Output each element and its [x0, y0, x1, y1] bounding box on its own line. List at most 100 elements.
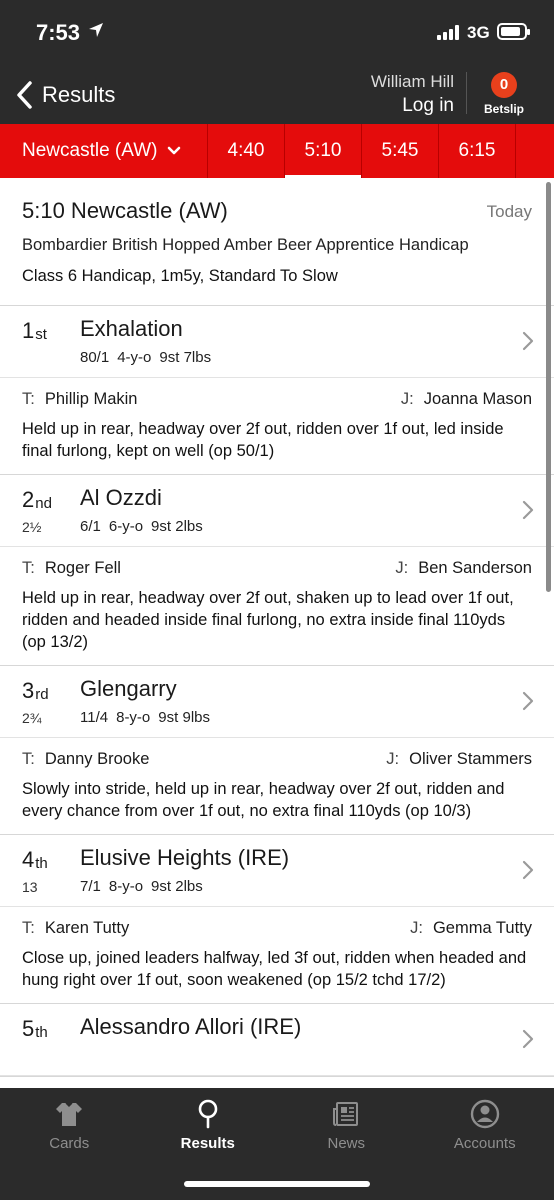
betslip-count-badge: 0: [491, 72, 517, 98]
signal-icon: [437, 25, 463, 40]
weight-lbs: 7: [183, 349, 192, 366]
horse-name: Elusive Heights (IRE): [80, 845, 290, 870]
chevron-right-icon: [522, 500, 534, 520]
age: 4: [117, 349, 126, 366]
chevron-right-icon: [522, 331, 534, 351]
tab-accounts[interactable]: Accounts: [416, 1088, 554, 1200]
runner-result: 2nd 2½ Al Ozzdi 6/1 6-y-o 9st 2lbs T: Roger Fel…: [0, 475, 554, 666]
runner-meta: 80/1 4-y-o 9st 7lbs: [80, 349, 212, 366]
brand-name: William Hill: [370, 72, 454, 91]
runner-meta: 11/4 8-y-o 9st 9lbs: [80, 709, 210, 726]
finish-position: 2nd: [22, 487, 52, 512]
back-button[interactable]: Results: [14, 78, 115, 112]
course-selector[interactable]: Newcastle (AW): [0, 124, 208, 178]
tab-label: Results: [180, 1135, 235, 1152]
race-comment: Held up in rear, headway over 2f out, sh…: [22, 589, 514, 651]
weight-st: 9: [159, 349, 168, 366]
tab-label: Accounts: [453, 1135, 516, 1152]
trainer: T: Karen Tutty: [22, 919, 130, 937]
race-header: 5:10 Newcastle (AW) Today Bombardier Bri…: [0, 178, 554, 306]
network-type: 3G: [467, 23, 490, 42]
odds: 11/4: [80, 709, 109, 726]
scrollbar[interactable]: [546, 182, 551, 592]
race-tab-bar: Newcastle (AW) 4:40 5:10 5:45 6:15: [0, 124, 554, 178]
tab-race-time[interactable]: 5:45: [362, 124, 439, 178]
tab-race-time[interactable]: 4:40: [208, 124, 285, 178]
horse-name: Alessandro Allori (IRE): [80, 1014, 302, 1039]
newspaper-icon: [333, 1102, 359, 1126]
runner-row[interactable]: 3rd 2¾ Glengarry 11/4 8-y-o 9st 9lbs: [0, 666, 554, 738]
runner-meta: 7/1 8-y-o 9st 2lbs: [80, 878, 203, 895]
status-bar: 7:53 3G: [0, 0, 554, 66]
horse-name: Glengarry: [80, 676, 177, 701]
back-label: Results: [42, 82, 116, 107]
divider: [466, 72, 467, 114]
finish-position: 5th: [22, 1016, 48, 1041]
tab-label: Cards: [49, 1135, 90, 1152]
horse-name: Exhalation: [80, 316, 183, 341]
runner-result: 4th 13 Elusive Heights (IRE) 7/1 8-y-o 9st 2l…: [0, 835, 554, 1004]
jockey: J: Gemma Tutty: [410, 919, 532, 937]
jockey: J: Joanna Mason: [400, 390, 532, 408]
connections: T: Karen Tutty J: Gemma Tutty: [0, 907, 554, 945]
odds: 80/1: [80, 349, 110, 366]
age: 8: [108, 878, 118, 895]
login-link[interactable]: Log in: [371, 95, 454, 117]
nav-header: Results William Hill Log in 0 Betslip: [0, 66, 554, 124]
results-content[interactable]: 5:10 Newcastle (AW) Today Bombardier Bri…: [0, 178, 554, 1088]
weight-lbs: 9: [182, 709, 191, 726]
race-class: Class 6 Handicap, 1m5y, Standard To Slow: [22, 267, 338, 285]
race-day: Today: [486, 202, 532, 221]
race-title: 5:10 Newcastle (AW): [22, 198, 228, 223]
clock: 7:53: [36, 20, 81, 45]
beaten-distance: 2¾: [22, 710, 42, 726]
account-icon: [470, 1099, 499, 1129]
trainer: T: Phillip Makin: [22, 390, 138, 408]
finish-position: 4th: [22, 847, 48, 872]
home-indicator: [184, 1181, 370, 1187]
finish-position: 1st: [22, 318, 47, 343]
runner-result: 3rd 2¾ Glengarry 11/4 8-y-o 9st 9lbs T: Danny B…: [0, 666, 554, 835]
weight-lbs: 2: [175, 518, 184, 535]
connections: T: Roger Fell J: Ben Sanderson: [0, 547, 554, 585]
runner-meta: 6/1 6-y-o 9st 2lbs: [80, 518, 203, 535]
trainer: T: Danny Brooke: [22, 750, 150, 768]
odds: 7/1: [80, 878, 101, 895]
connections: T: Phillip Makin J: Joanna Mason: [0, 378, 554, 416]
runner-list: 1st Exhalation 80/1 4-y-o 9st 7lbs T: Phillip …: [0, 306, 554, 1077]
race-comment: Held up in rear, headway over 2f out, ri…: [22, 420, 504, 460]
chevron-right-icon: [522, 691, 534, 711]
account-area: William Hill Log in: [371, 72, 454, 117]
jockey: J: Ben Sanderson: [395, 559, 532, 577]
chevron-right-icon: [522, 1029, 534, 1049]
chevron-right-icon: [522, 860, 534, 880]
weight-st: 9: [158, 709, 167, 726]
race-name: Bombardier British Hopped Amber Beer App…: [22, 236, 469, 254]
runner-row[interactable]: 1st Exhalation 80/1 4-y-o 9st 7lbs: [0, 306, 554, 378]
battery-icon: [497, 23, 530, 40]
jockey: J: Oliver Stammers: [386, 750, 532, 768]
course-name: Newcastle (AW): [22, 140, 158, 161]
tab-race-time[interactable]: 6:15: [439, 124, 516, 178]
chevron-left-icon: [17, 81, 32, 109]
betslip-button[interactable]: 0 Betslip: [476, 72, 532, 116]
beaten-distance: 13: [22, 879, 38, 895]
finish-position: 3rd: [22, 678, 49, 703]
race-comment: Slowly into stride, held up in rear, hea…: [22, 780, 505, 820]
tab-cards[interactable]: Cards: [0, 1088, 139, 1200]
runner-row[interactable]: 4th 13 Elusive Heights (IRE) 7/1 8-y-o 9st 2l…: [0, 835, 554, 907]
odds: 6/1: [80, 518, 101, 535]
runner-result: 1st Exhalation 80/1 4-y-o 9st 7lbs T: Phillip …: [0, 306, 554, 475]
tab-label: News: [327, 1135, 365, 1152]
connections: T: Danny Brooke J: Oliver Stammers: [0, 738, 554, 776]
horse-name: Al Ozzdi: [80, 485, 162, 510]
betslip-label: Betslip: [483, 102, 524, 116]
runner-row[interactable]: 5th Alessandro Allori (IRE): [0, 1004, 554, 1076]
trainer: T: Roger Fell: [22, 559, 121, 577]
beaten-distance: 2½: [22, 519, 42, 535]
tab-race-time-active[interactable]: 5:10: [285, 124, 362, 178]
runner-row[interactable]: 2nd 2½ Al Ozzdi 6/1 6-y-o 9st 2lbs: [0, 475, 554, 547]
chevron-down-icon: [168, 146, 181, 155]
jockey-silks-icon: [56, 1102, 83, 1126]
trophy-icon: [198, 1099, 218, 1129]
